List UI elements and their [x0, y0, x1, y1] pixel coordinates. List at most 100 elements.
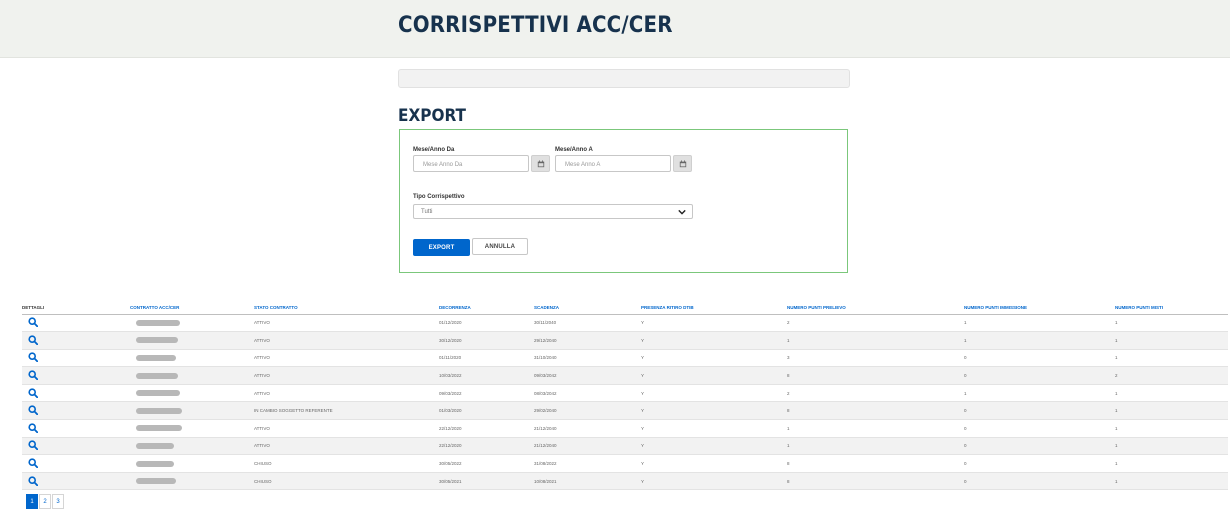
col-header[interactable]: STATO CONTRATTO	[254, 301, 439, 315]
details-cell[interactable]	[22, 331, 130, 350]
details-cell[interactable]	[22, 401, 130, 421]
contract-cell	[130, 384, 254, 403]
col-header: DETTAGLI	[22, 301, 130, 315]
page-button-1[interactable]: 1	[26, 494, 38, 509]
col-header[interactable]: NUMERO PUNTI IMMISSIONE	[964, 301, 1115, 315]
end-date-cell: 29/02/2040	[534, 401, 641, 421]
contract-cell	[130, 366, 254, 385]
details-cell[interactable]	[22, 366, 130, 385]
search-icon[interactable]	[28, 335, 38, 345]
status-cell: ATTIVO	[254, 384, 439, 403]
details-cell[interactable]	[22, 419, 130, 438]
ritiro-cell: Y	[641, 331, 787, 350]
status-cell: ATTIVO	[254, 366, 439, 385]
to-month-input[interactable]: Mese Anno A	[555, 155, 671, 172]
page-button-3[interactable]: 3	[52, 494, 64, 509]
from-calendar-button[interactable]	[531, 155, 550, 172]
misti-cell: 1	[1115, 419, 1228, 438]
type-select[interactable]: Tutti	[413, 204, 693, 219]
col-header[interactable]: NUMERO PUNTI MISTI	[1115, 301, 1228, 315]
search-icon[interactable]	[28, 388, 38, 398]
details-cell[interactable]	[22, 314, 130, 333]
search-icon[interactable]	[28, 370, 38, 381]
start-date-cell: 30/05/2022	[439, 454, 534, 473]
from-month-input[interactable]: Mese Anno Da	[413, 155, 529, 172]
search-icon[interactable]	[28, 440, 38, 451]
details-cell[interactable]	[22, 384, 130, 403]
misti-cell: 1	[1115, 401, 1228, 421]
contract-cell	[130, 331, 254, 350]
status-cell: CHIUSO	[254, 454, 439, 473]
redacted-contract-id	[136, 390, 180, 397]
redacted-contract-id	[136, 460, 174, 467]
details-cell[interactable]	[22, 472, 130, 491]
status-cell: ATTIVO	[254, 419, 439, 438]
col-header[interactable]: PRESENZA RITIRO DTIB	[641, 301, 787, 315]
prelievo-cell: 2	[787, 314, 964, 333]
immissione-cell: 0	[964, 349, 1115, 368]
table-row: ATTIVO 01/11/2020 31/10/2040 Y 3 0 1	[22, 349, 1228, 368]
contract-cell	[130, 437, 254, 456]
start-date-cell: 30/05/2021	[439, 472, 534, 491]
details-cell[interactable]	[22, 437, 130, 456]
ritiro-cell: Y	[641, 384, 787, 403]
contract-cell	[130, 401, 254, 421]
search-icon[interactable]	[28, 423, 38, 433]
search-icon[interactable]	[28, 317, 38, 328]
col-header[interactable]: CONTRATTO ACC/CER	[130, 301, 254, 315]
details-cell[interactable]	[22, 349, 130, 368]
ritiro-cell: Y	[641, 366, 787, 385]
end-date-cell: 10/08/2021	[534, 472, 641, 491]
redacted-contract-id	[136, 478, 176, 485]
details-cell[interactable]	[22, 454, 130, 473]
redacted-contract-id	[136, 407, 182, 414]
immissione-cell: 0	[964, 454, 1115, 473]
immissione-cell: 0	[964, 366, 1115, 385]
chevron-down-icon	[678, 209, 686, 215]
export-button[interactable]: EXPORT	[413, 239, 470, 256]
immissione-cell: 0	[964, 472, 1115, 491]
page-button-2[interactable]: 2	[39, 494, 51, 509]
col-header[interactable]: NUMERO PUNTI PRELIEVO	[787, 301, 964, 315]
contract-cell	[130, 419, 254, 438]
immissione-cell: 1	[964, 314, 1115, 333]
table-row: ATTIVO 30/12/2020 29/12/2040 Y 1 1 1	[22, 331, 1228, 350]
start-date-cell: 01/03/2020	[439, 401, 534, 421]
search-icon[interactable]	[28, 458, 38, 469]
to-month-label: Mese/Anno A	[555, 147, 593, 153]
status-cell: ATTIVO	[254, 331, 439, 350]
search-icon[interactable]	[28, 476, 38, 486]
search-icon[interactable]	[28, 352, 38, 363]
misti-cell: 1	[1115, 437, 1228, 456]
immissione-cell: 1	[964, 384, 1115, 403]
contract-cell	[130, 472, 254, 491]
status-cell: IN CAMBIO SOGGETTO REFERENTE	[254, 401, 439, 421]
to-calendar-button[interactable]	[673, 155, 692, 172]
contract-cell	[130, 454, 254, 473]
table-header-row: DETTAGLI CONTRATTO ACC/CER STATO CONTRAT…	[22, 301, 1228, 315]
status-cell: ATTIVO	[254, 437, 439, 456]
misti-cell: 1	[1115, 472, 1228, 491]
calendar-icon	[679, 159, 686, 167]
prelievo-cell: 1	[787, 437, 964, 456]
redacted-contract-id	[136, 319, 180, 326]
immissione-cell: 1	[964, 331, 1115, 350]
cancel-button[interactable]: ANNULLA	[472, 238, 528, 255]
col-header[interactable]: DECORRENZA	[439, 301, 534, 315]
calendar-icon	[537, 159, 544, 167]
prelievo-cell: 8	[787, 366, 964, 385]
start-date-cell: 09/03/2022	[439, 384, 534, 403]
ritiro-cell: Y	[641, 419, 787, 438]
pagination: 1 2 3	[26, 494, 65, 509]
col-header[interactable]: SCADENZA	[534, 301, 641, 315]
end-date-cell: 31/08/2022	[534, 454, 641, 473]
start-date-cell: 10/03/2022	[439, 366, 534, 385]
search-icon[interactable]	[28, 405, 38, 416]
prelievo-cell: 8	[787, 472, 964, 491]
redacted-contract-id	[136, 425, 182, 432]
contract-cell	[130, 314, 254, 333]
contract-cell	[130, 349, 254, 368]
table-row: ATTIVO 22/12/2020 21/12/2040 Y 1 0 1	[22, 419, 1228, 438]
immissione-cell: 0	[964, 437, 1115, 456]
start-date-cell: 22/12/2020	[439, 419, 534, 438]
